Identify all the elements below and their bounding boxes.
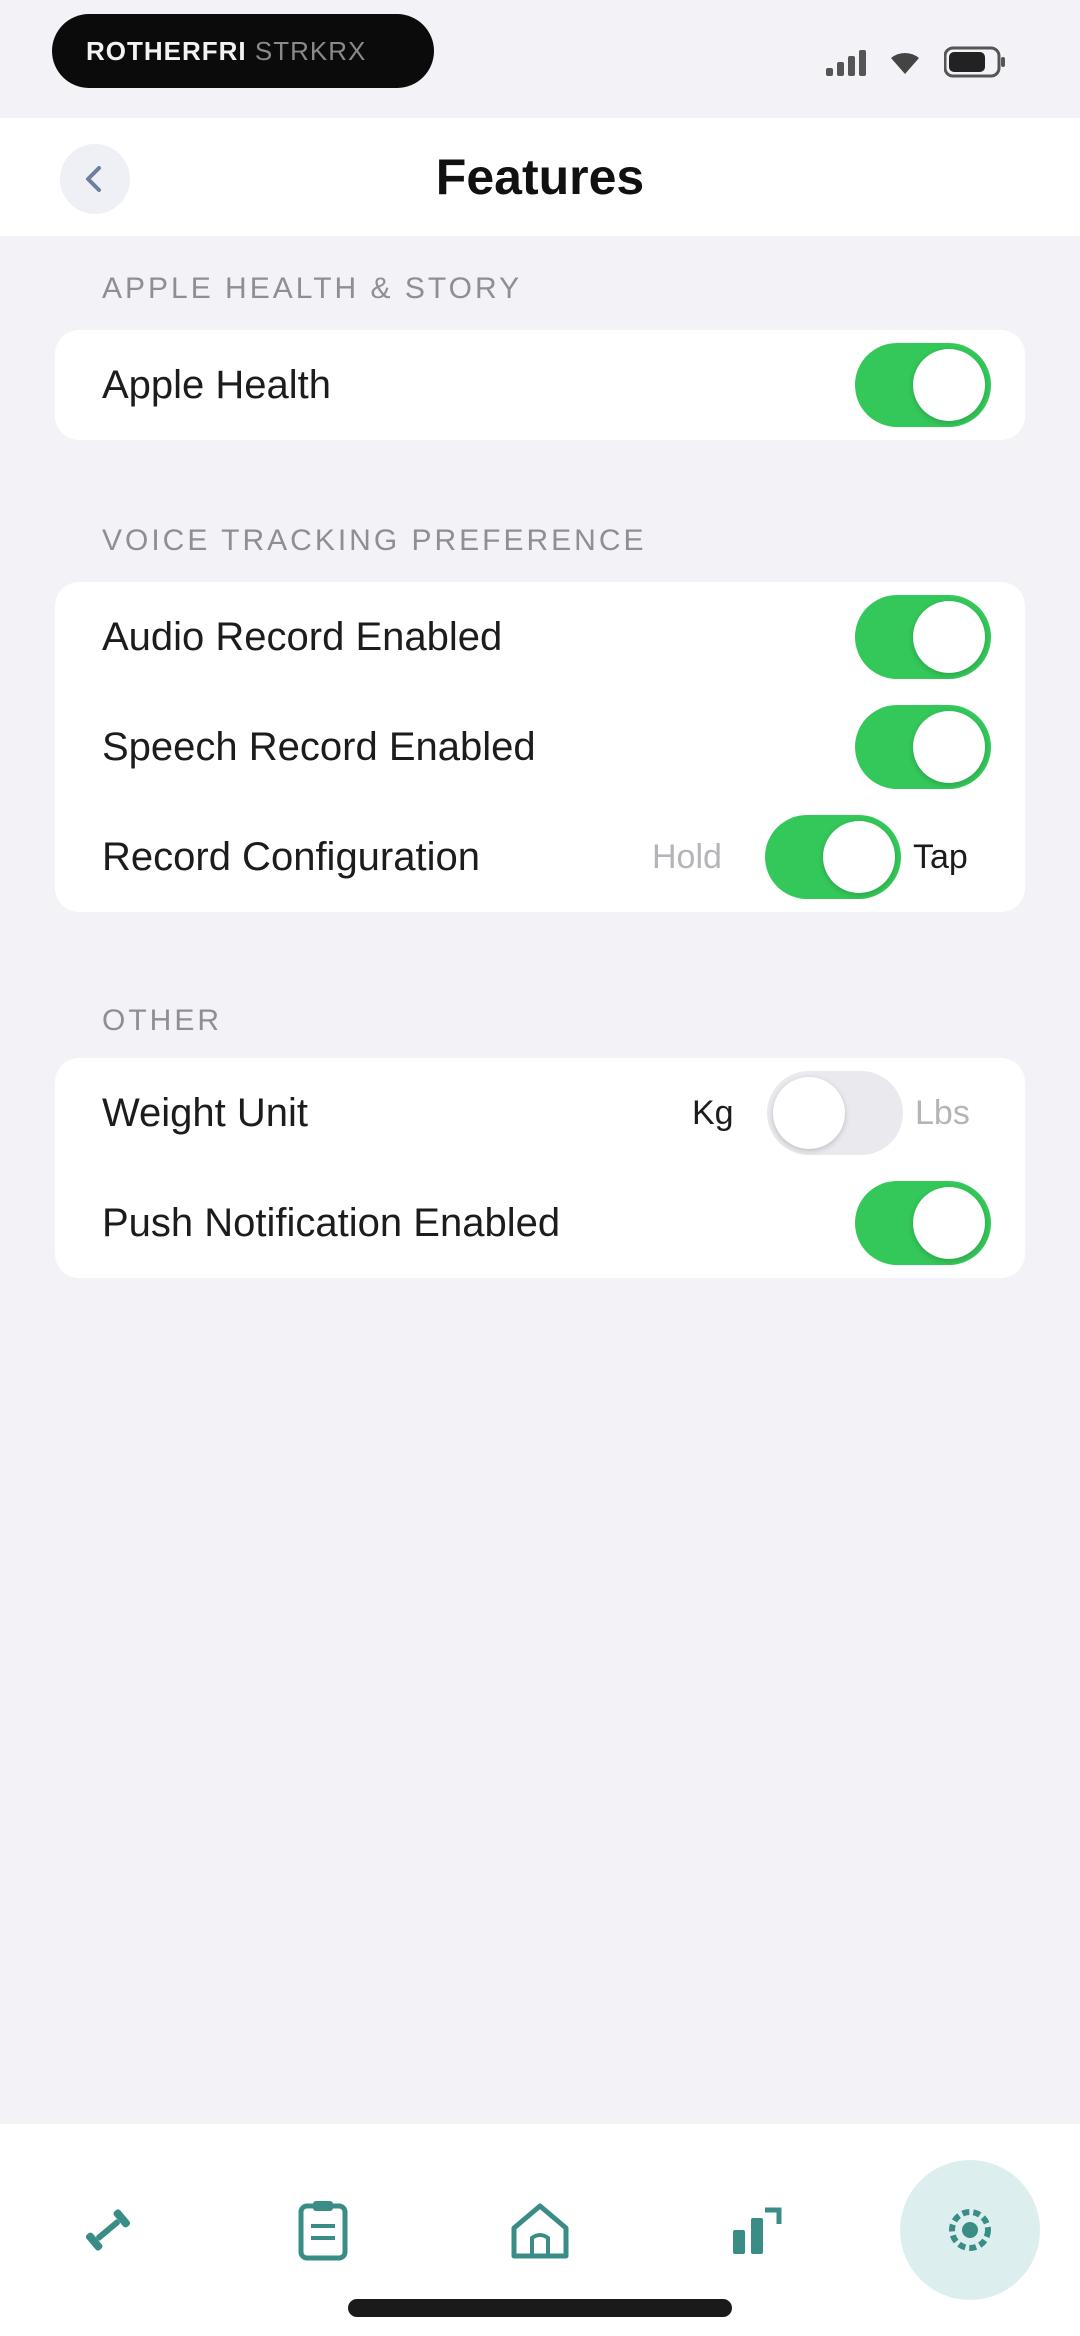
setting-label: Push Notification Enabled [102, 1201, 561, 1245]
tab-workout[interactable] [33, 2160, 183, 2300]
page-title: Features [435, 149, 645, 205]
settings-card-apple-health: Apple Health [55, 330, 1025, 440]
option-lbs-label: Lbs [915, 1094, 970, 1132]
home-indicator [348, 2299, 732, 2317]
tab-settings[interactable] [895, 2160, 1045, 2300]
clipboard-icon [298, 2201, 348, 2261]
setting-label: Weight Unit [102, 1091, 309, 1135]
status-pill-subtext: STRKRX [254, 36, 367, 66]
tab-stats[interactable] [680, 2160, 830, 2300]
status-bar: ROTHERFRI STRKRX [0, 0, 1080, 118]
setting-row-audio-record: Audio Record Enabled [55, 582, 1025, 692]
audio-record-toggle[interactable] [855, 595, 991, 679]
settings-card-other: Weight Unit Kg Lbs Push Notification Ena… [55, 1058, 1025, 1278]
tab-log[interactable] [248, 2160, 398, 2300]
wifi-icon [888, 48, 922, 76]
weight-unit-toggle[interactable] [767, 1071, 903, 1155]
option-hold-label: Hold [652, 838, 722, 876]
chevron-left-icon [86, 166, 101, 192]
option-kg-label: Kg [692, 1094, 734, 1132]
section-header-apple-health: APPLE HEALTH & STORY [102, 272, 523, 305]
battery-icon [944, 46, 1006, 78]
dumbbell-icon [85, 2209, 131, 2251]
setting-label: Audio Record Enabled [102, 615, 503, 659]
status-pill-text: ROTHERFRI [86, 36, 247, 66]
signal-icon [826, 48, 866, 76]
tab-home[interactable] [465, 2160, 615, 2300]
push-notification-toggle[interactable] [855, 1181, 991, 1265]
settings-card-voice-tracking: Audio Record Enabled Speech Record Enabl… [55, 582, 1025, 912]
setting-label: Record Configuration [102, 835, 480, 879]
status-pill: ROTHERFRI STRKRX [52, 14, 434, 88]
home-icon [511, 2203, 569, 2259]
gear-icon [949, 2209, 991, 2251]
setting-row-record-configuration: Record Configuration Hold Tap [55, 802, 1025, 912]
nav-bar: Features [0, 118, 1080, 236]
setting-label: Speech Record Enabled [102, 725, 536, 769]
back-button[interactable] [60, 144, 130, 214]
chart-icon [733, 2207, 782, 2254]
record-configuration-toggle[interactable] [765, 815, 901, 899]
option-tap-label: Tap [913, 838, 968, 876]
status-icons [826, 42, 1006, 82]
setting-row-speech-record: Speech Record Enabled [55, 692, 1025, 802]
apple-health-toggle[interactable] [855, 343, 991, 427]
setting-row-apple-health: Apple Health [55, 330, 1025, 440]
speech-record-toggle[interactable] [855, 705, 991, 789]
section-header-other: OTHER [102, 1004, 222, 1037]
setting-label: Apple Health [102, 363, 332, 407]
setting-row-weight-unit: Weight Unit Kg Lbs [55, 1058, 1025, 1168]
section-header-voice-tracking: VOICE TRACKING PREFERENCE [102, 524, 647, 557]
setting-row-push-notification: Push Notification Enabled [55, 1168, 1025, 1278]
